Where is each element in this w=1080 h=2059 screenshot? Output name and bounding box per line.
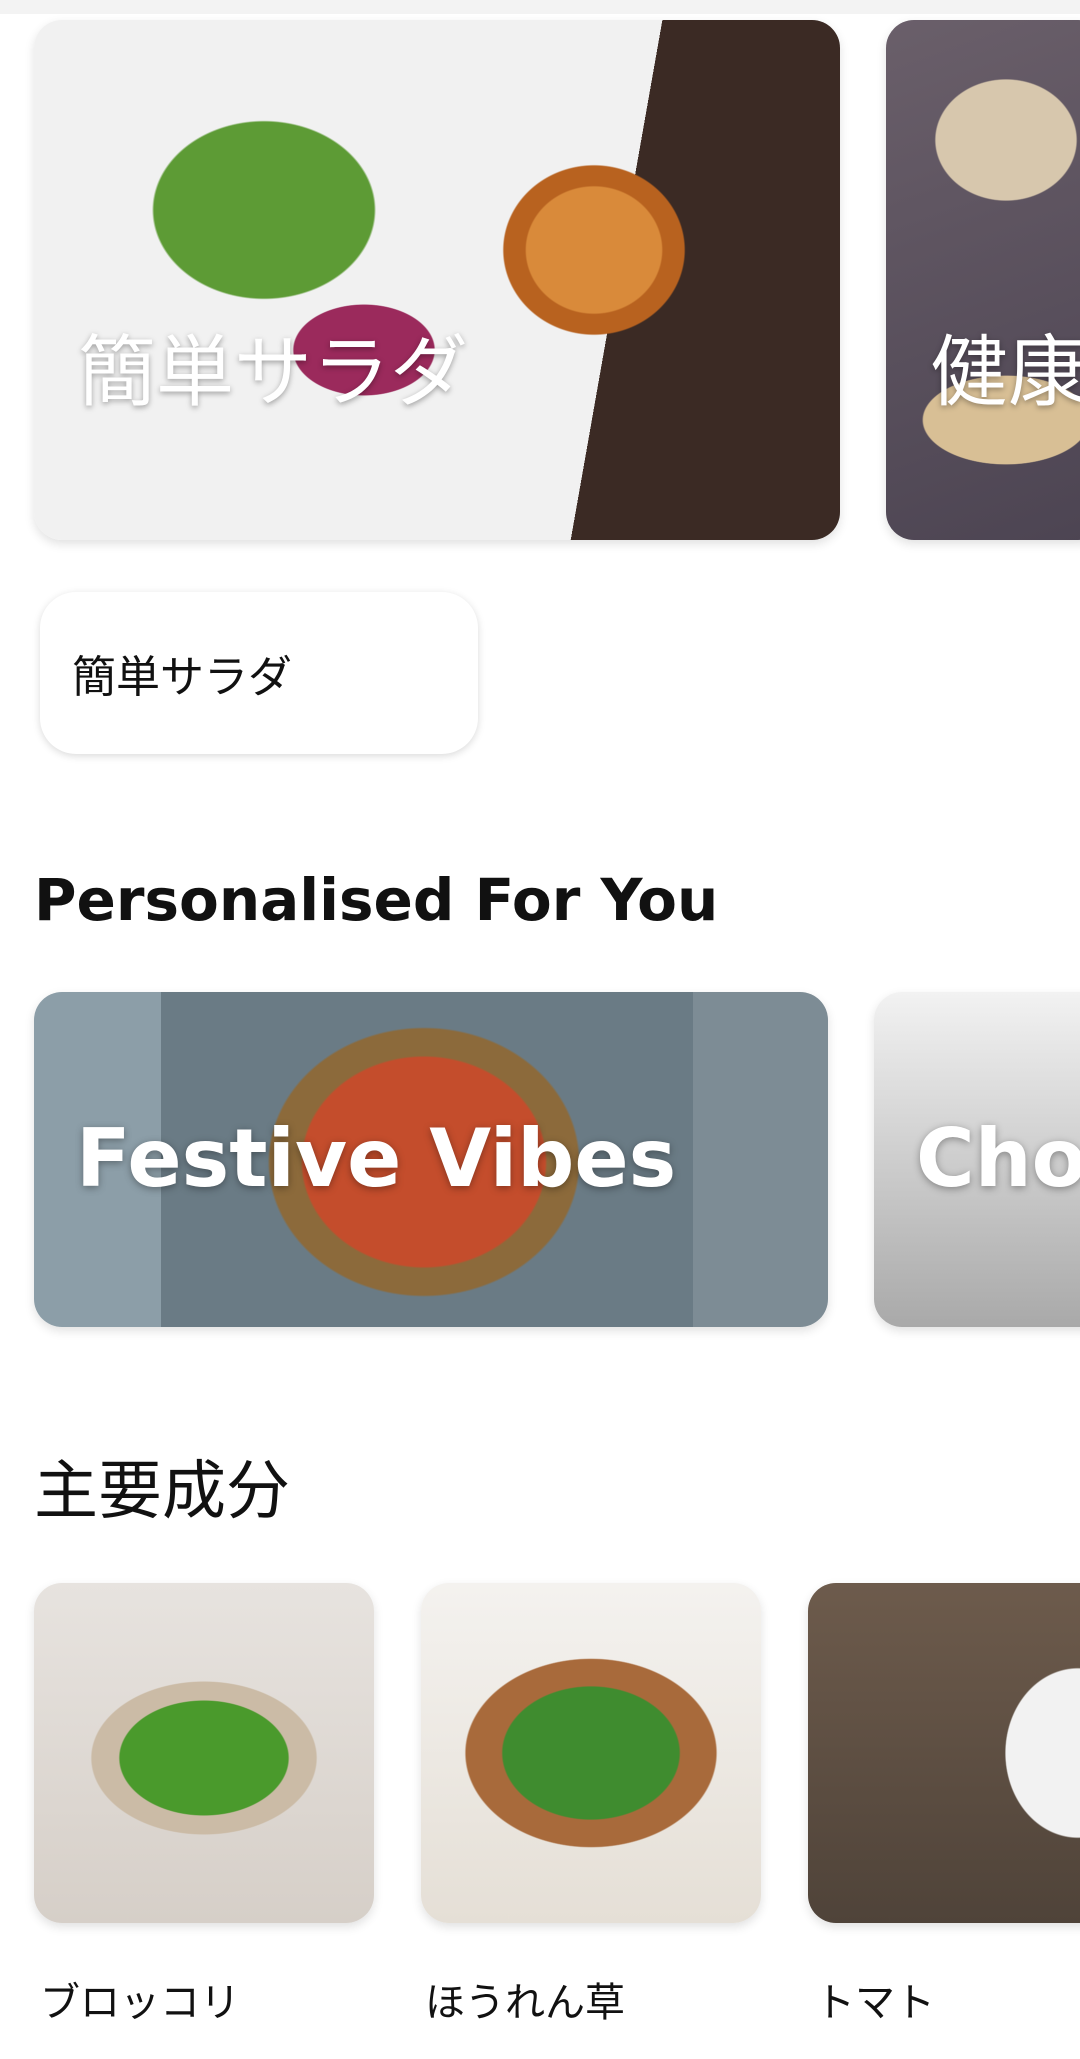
ingredient-card-broccoli[interactable] — [34, 1583, 374, 1923]
featured-card-title: 簡単サラダ — [78, 328, 469, 418]
ingredient-card-spinach[interactable] — [421, 1583, 761, 1923]
ingredient-label[interactable]: ブロッコリ — [40, 1970, 240, 2028]
ingredient-label[interactable]: トマト — [815, 1970, 935, 2028]
featured-card-health[interactable]: 健康 — [886, 20, 1080, 540]
featured-card-simple-salad[interactable]: 簡単サラダ — [34, 20, 840, 540]
personalised-card-title: Choc — [916, 1112, 1080, 1205]
chip-label: 簡単サラダ — [72, 652, 292, 703]
section-title-main-ingredients: 主要成分 — [34, 1455, 290, 1529]
personalised-card-choc[interactable]: Choc — [874, 992, 1080, 1327]
ingredient-card-tomato[interactable] — [808, 1583, 1080, 1923]
selected-category-chip[interactable]: 簡単サラダ — [40, 592, 478, 754]
status-bar-area — [0, 0, 1080, 14]
section-title-personalised: Personalised For You — [34, 866, 719, 934]
ingredient-label[interactable]: ほうれん草 — [425, 1970, 625, 2028]
personalised-card-title: Festive Vibes — [76, 1112, 677, 1205]
featured-card-title: 健康 — [930, 328, 1080, 418]
personalised-card-festive-vibes[interactable]: Festive Vibes — [34, 992, 828, 1327]
